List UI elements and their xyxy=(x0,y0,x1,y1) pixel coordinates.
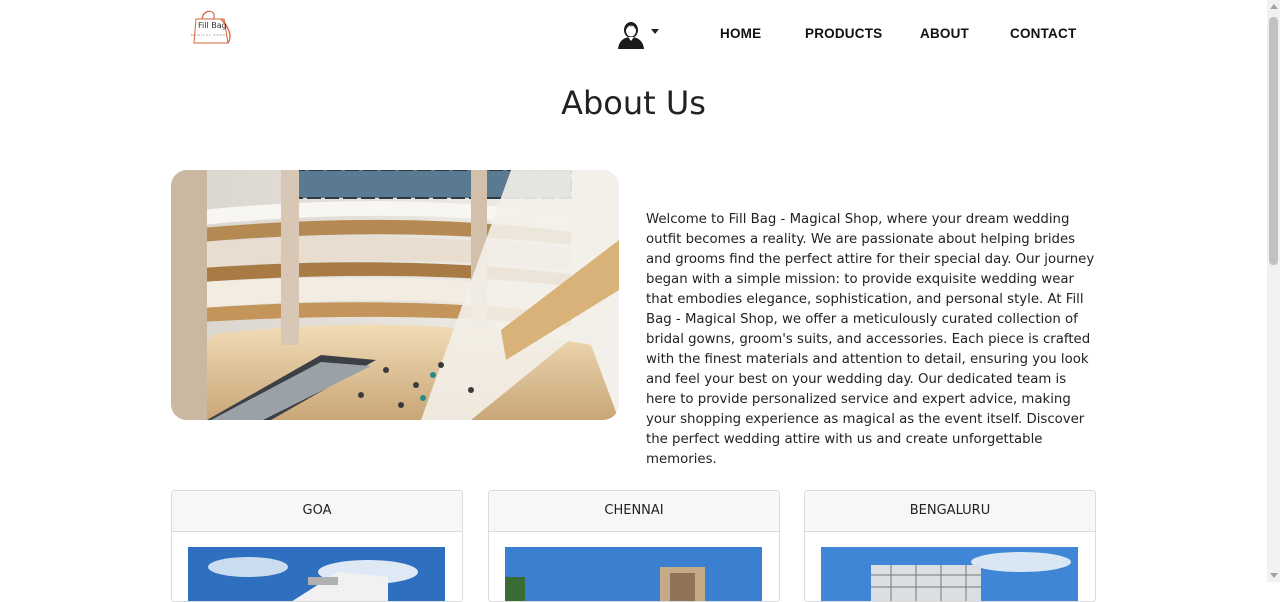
nav-home[interactable]: HOME xyxy=(720,26,761,41)
location-card-bengaluru: BENGALURU xyxy=(804,490,1096,602)
logo-text: Fill Bag xyxy=(198,21,227,30)
location-card-chennai: CHENNAI xyxy=(488,490,780,602)
scroll-down-arrow-icon[interactable] xyxy=(1270,573,1278,578)
about-description: Welcome to Fill Bag - Magical Shop, wher… xyxy=(646,212,1095,467)
mall-interior-image xyxy=(171,170,619,420)
city-building-image xyxy=(505,547,762,601)
scroll-up-arrow-icon[interactable] xyxy=(1270,4,1278,9)
location-card-goa: GOA xyxy=(171,490,463,602)
user-menu-toggle[interactable] xyxy=(617,21,659,49)
location-card-title: GOA xyxy=(172,491,462,532)
page-scrollbar[interactable] xyxy=(1267,0,1280,582)
user-icon xyxy=(618,22,644,49)
city-building-image xyxy=(188,547,445,601)
city-building-image xyxy=(821,547,1078,601)
location-card-title: CHENNAI xyxy=(489,491,779,532)
brand-logo[interactable]: Fill Bag MAGICAL SHOP xyxy=(188,6,234,46)
scrollbar-thumb[interactable] xyxy=(1269,17,1278,265)
logo-subtext: MAGICAL SHOP xyxy=(191,33,226,37)
nav-about[interactable]: ABOUT xyxy=(920,26,969,41)
page-title: About Us xyxy=(561,84,706,122)
nav-contact[interactable]: CONTACT xyxy=(1010,26,1076,41)
nav-products[interactable]: PRODUCTS xyxy=(805,26,882,41)
location-card-title: BENGALURU xyxy=(805,491,1095,532)
caret-down-icon xyxy=(651,29,659,34)
